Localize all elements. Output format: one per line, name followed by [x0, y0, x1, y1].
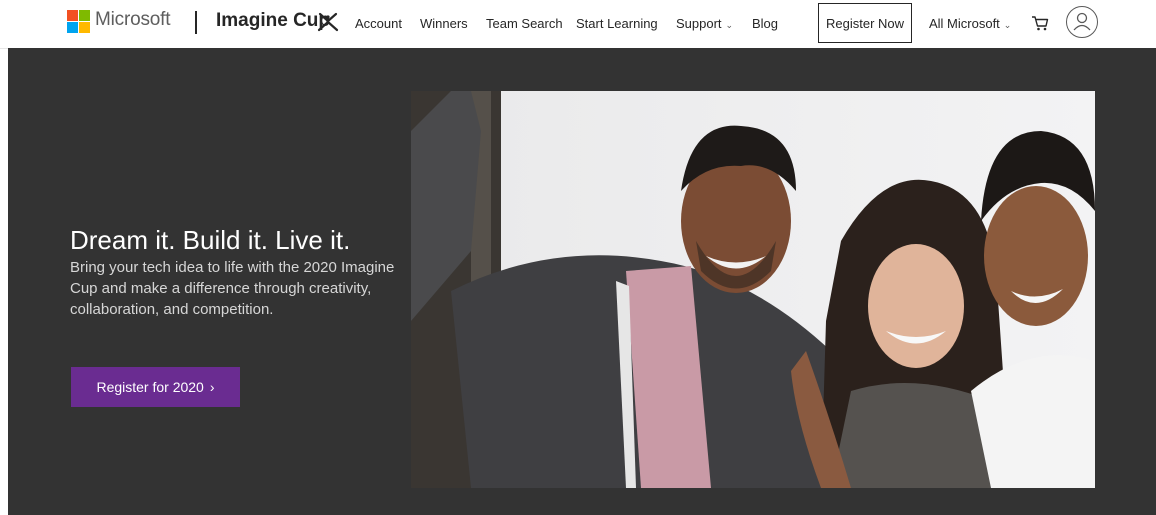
hero-banner: Dream it. Build it. Live it. Bring your …: [8, 48, 1156, 515]
nav-blog[interactable]: Blog: [752, 16, 778, 31]
microsoft-logo-icon[interactable]: [67, 10, 90, 33]
top-navigation: Microsoft Imagine Cup Account Winners Te…: [0, 0, 1156, 49]
all-microsoft-label: All Microsoft: [929, 16, 1000, 31]
nav-winners[interactable]: Winners: [420, 16, 468, 31]
person-icon: [1073, 12, 1091, 31]
nav-account[interactable]: Account: [355, 16, 402, 31]
microsoft-wordmark[interactable]: Microsoft: [95, 9, 170, 31]
nav-team-search[interactable]: Team Search: [486, 16, 563, 31]
chevron-down-icon: ⌄: [725, 20, 734, 30]
register-now-button[interactable]: Register Now: [818, 3, 912, 43]
hero-photo: [411, 91, 1095, 488]
chevron-right-icon: ›: [209, 379, 215, 395]
register-for-2020-label: Register for 2020: [96, 379, 204, 395]
chevron-down-icon: ⌄: [1003, 20, 1012, 30]
hero-description: Bring your tech idea to life with the 20…: [70, 259, 395, 318]
brand-divider: [195, 11, 197, 34]
register-for-2020-button[interactable]: Register for 2020 ›: [71, 367, 240, 407]
nav-start-learning[interactable]: Start Learning: [576, 16, 658, 31]
nav-support[interactable]: Support ⌄: [676, 16, 733, 31]
imagine-cup-logo-icon: [317, 12, 339, 32]
hero-headline: Dream it. Build it. Live it.: [70, 225, 351, 255]
user-avatar-icon[interactable]: [1066, 6, 1098, 38]
site-title[interactable]: Imagine Cup: [216, 10, 330, 32]
cart-icon[interactable]: [1030, 13, 1050, 33]
all-microsoft-menu[interactable]: All Microsoft ⌄: [929, 16, 1011, 31]
nav-support-label: Support: [676, 16, 722, 31]
